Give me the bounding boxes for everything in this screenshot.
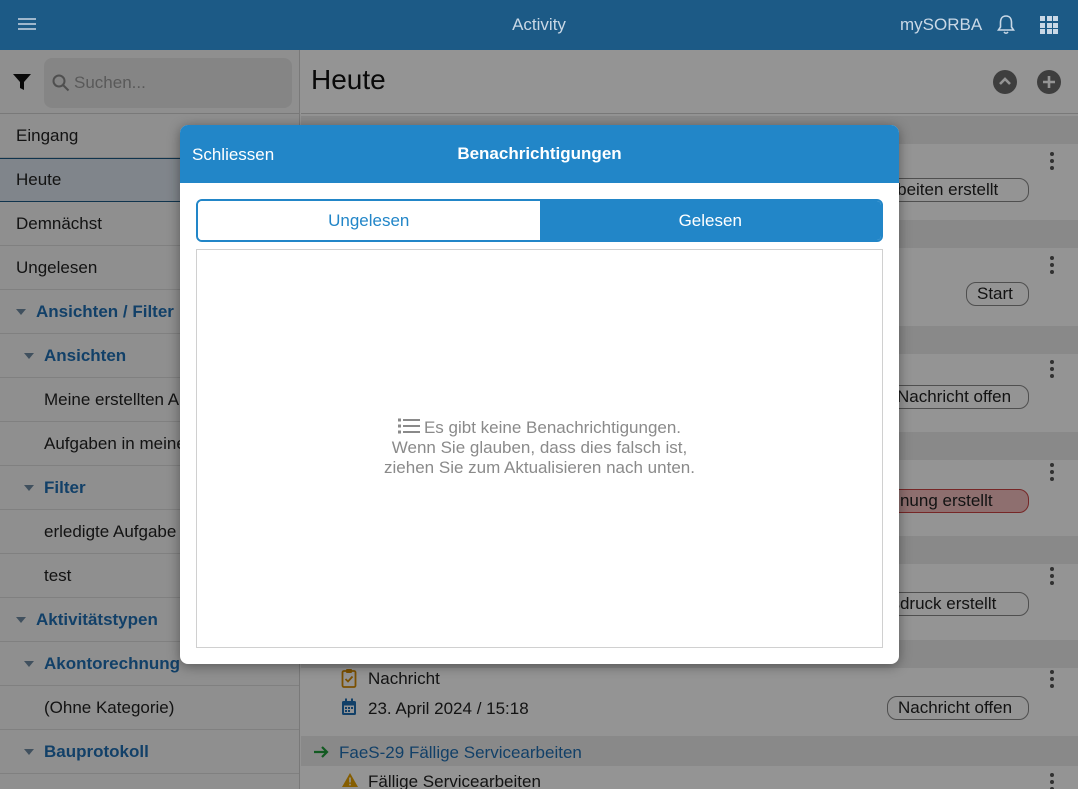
tab-gelesen[interactable]: Gelesen [539,201,881,240]
empty-line-2: Wenn Sie glauben, dass dies falsch ist, [391,438,688,457]
list-icon [397,418,420,434]
empty-line-1: Es gibt keine Benachrichtigungen. [423,418,682,437]
apps-grid-icon[interactable] [1040,16,1058,34]
empty-line-3: ziehen Sie zum Aktualisieren nach unten. [384,458,695,477]
segmented-control: Ungelesen Gelesen [196,199,883,242]
bell-icon[interactable] [996,14,1016,36]
empty-state-message: Es gibt keine Benachrichtigungen. Wenn S… [197,418,882,478]
notifications-dialog: Schliessen Benachrichtigungen Ungelesen … [180,125,899,664]
notifications-list[interactable]: Es gibt keine Benachrichtigungen. Wenn S… [196,249,883,648]
tab-ungelesen[interactable]: Ungelesen [198,201,540,240]
dialog-title: Benachrichtigungen [457,144,622,163]
brand-link[interactable]: mySORBA [900,15,982,35]
top-bar: Activity mySORBA [0,0,1078,50]
dialog-header: Schliessen Benachrichtigungen [180,125,899,183]
